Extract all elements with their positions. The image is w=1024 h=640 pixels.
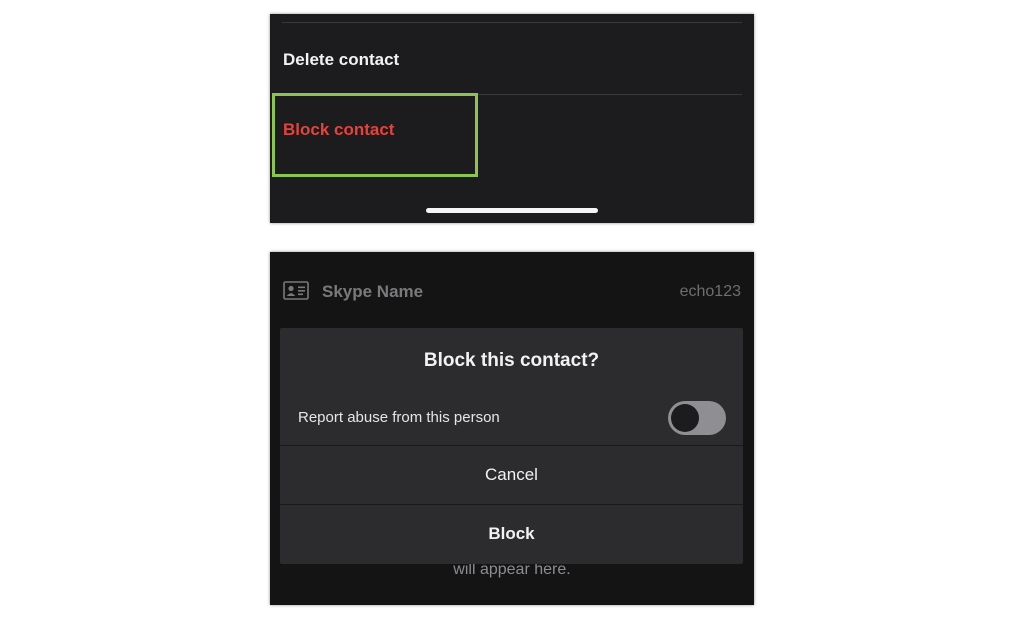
skype-name-label: Skype Name (322, 282, 424, 301)
home-indicator (426, 208, 598, 213)
toggle-knob (671, 404, 699, 432)
block-contact-dialog: Block this contact? Report abuse from th… (280, 328, 743, 564)
id-card-icon (283, 281, 309, 300)
skype-name-value: echo123 (679, 283, 741, 300)
divider (282, 22, 742, 23)
dialog-title: Block this contact? (423, 350, 600, 371)
report-abuse-label: Report abuse from this person (298, 409, 500, 426)
skype-name-row: Skype Name echo123 (270, 278, 754, 308)
block-button[interactable]: Block (280, 505, 743, 563)
block-dialog-screen: Skype Name echo123 will appear here. Blo… (270, 252, 754, 605)
delete-contact-button[interactable]: Delete contact (270, 50, 754, 70)
contact-actions-panel: Delete contact Block contact (270, 14, 754, 223)
highlight-box (272, 93, 478, 177)
cancel-button[interactable]: Cancel (280, 446, 743, 504)
report-abuse-toggle[interactable] (668, 401, 726, 435)
